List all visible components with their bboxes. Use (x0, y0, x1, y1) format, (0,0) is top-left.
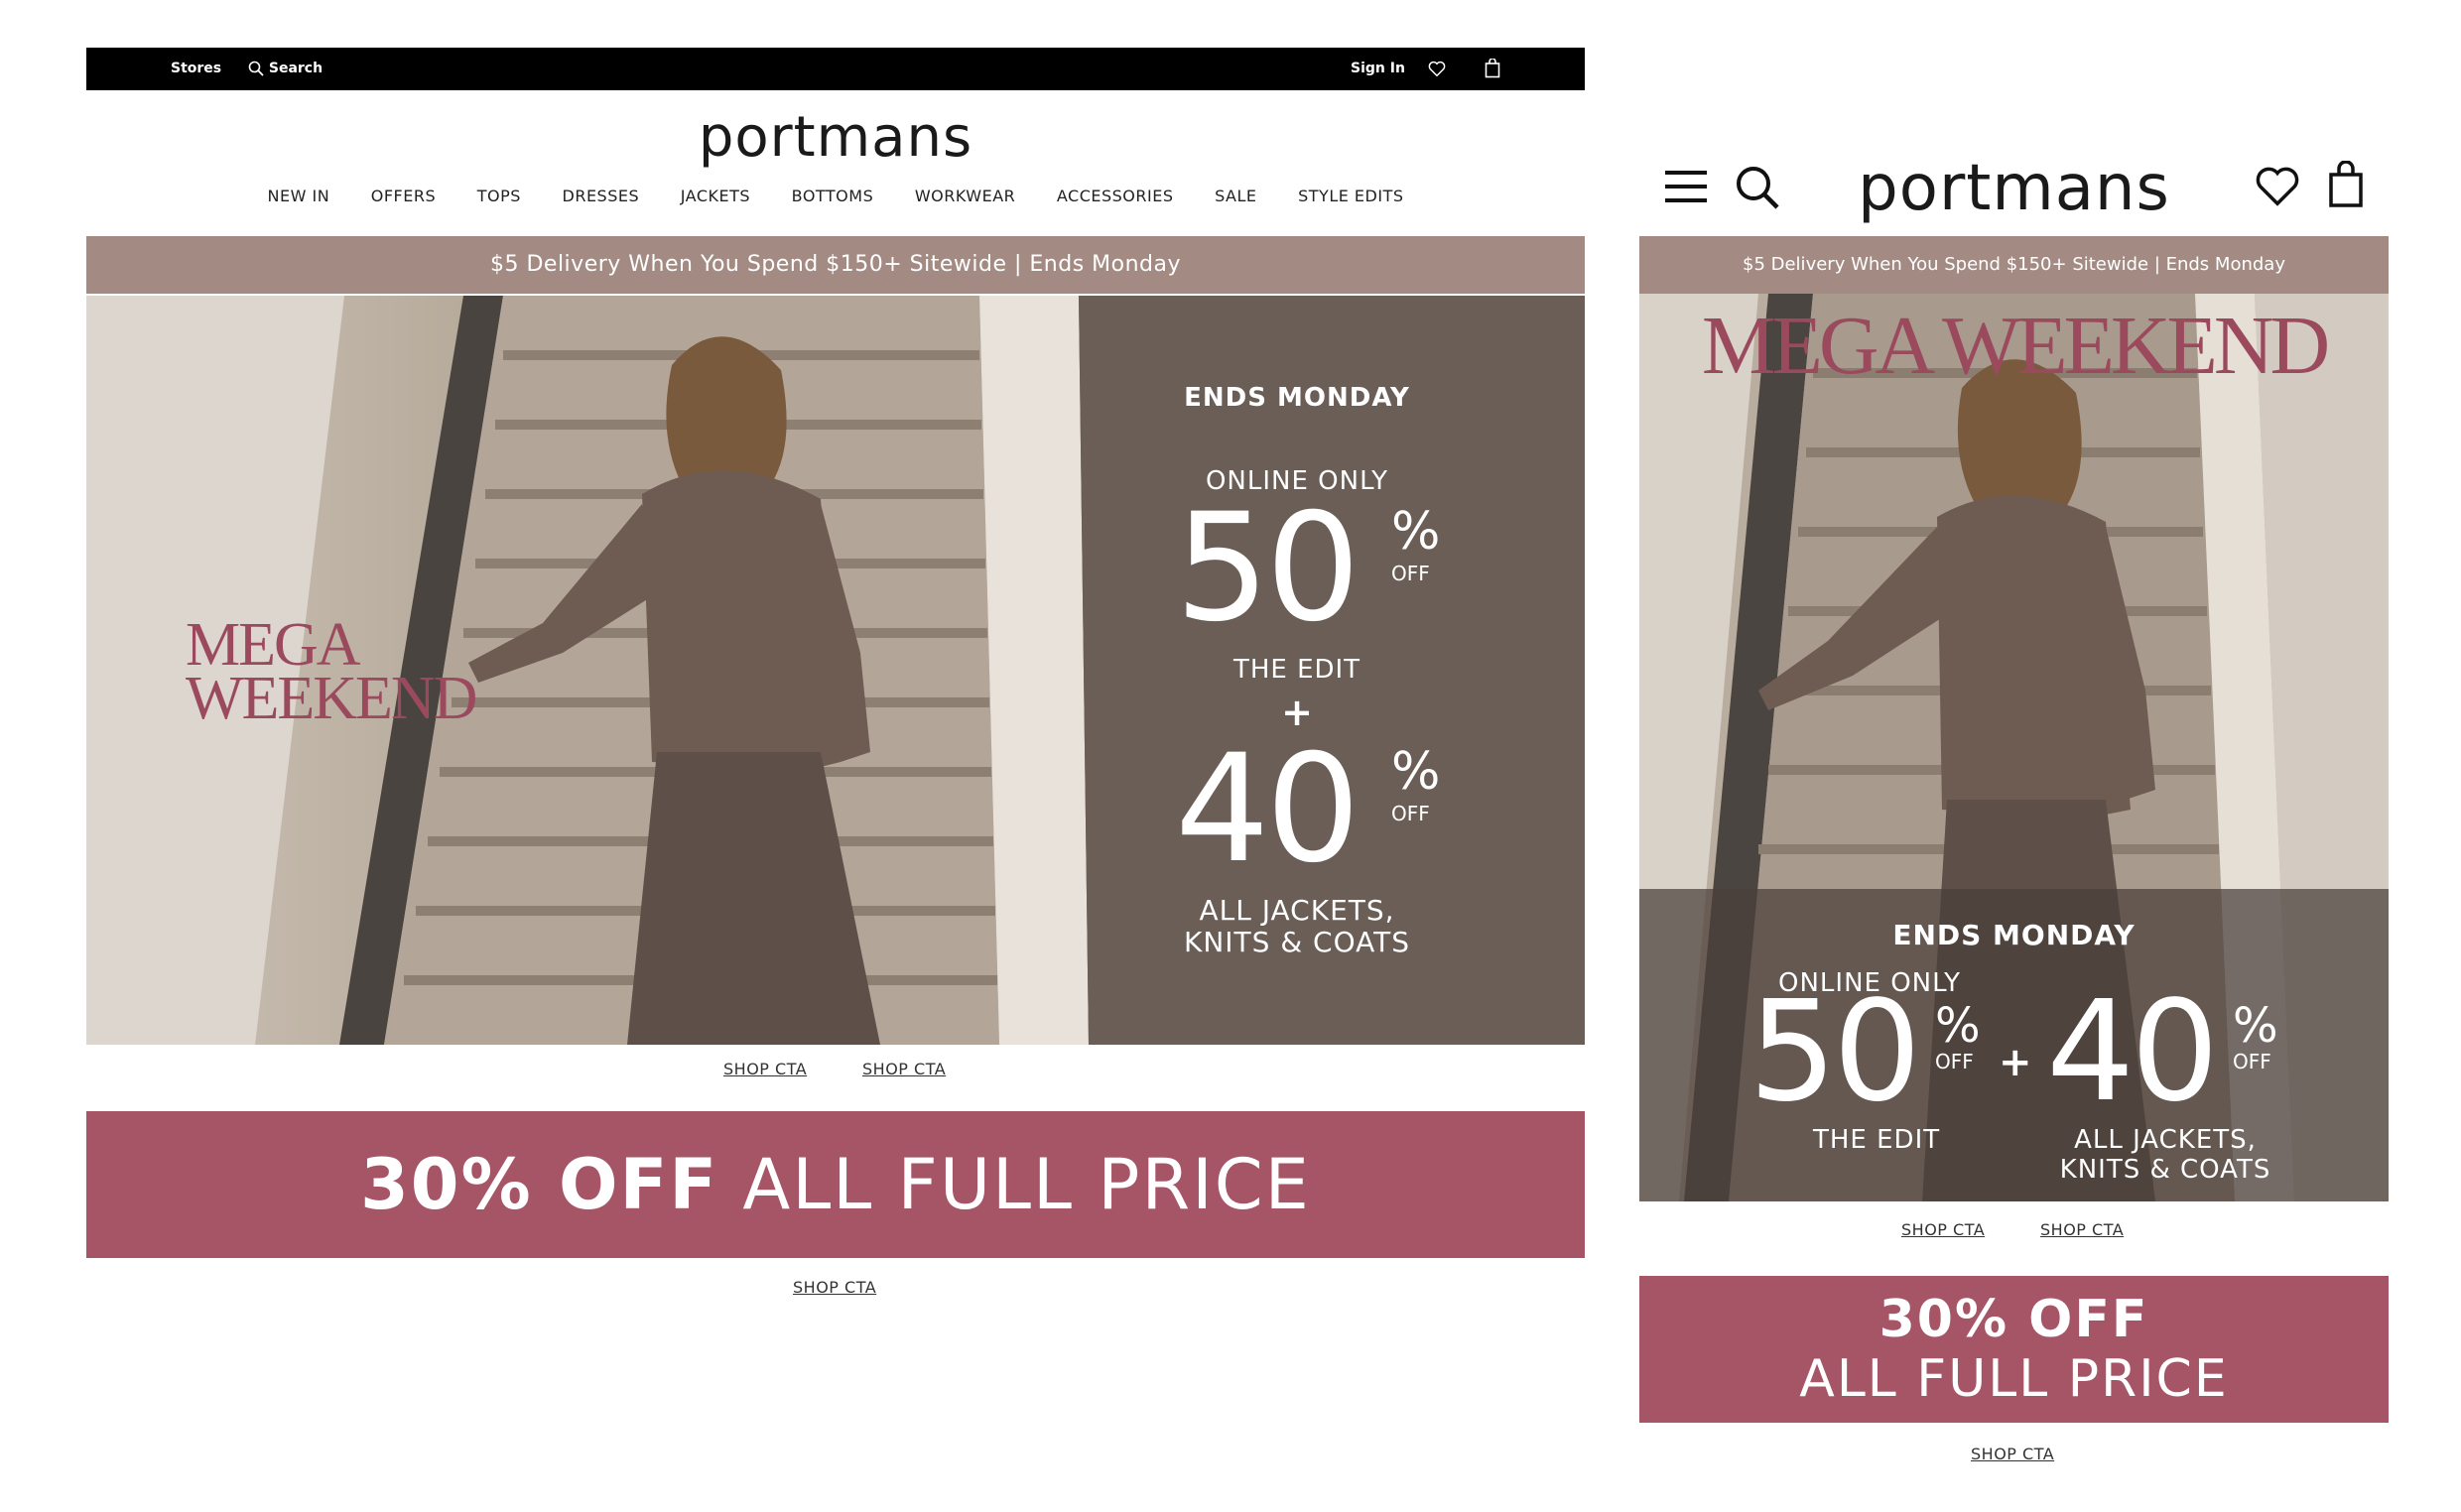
shop-cta-link-1[interactable]: SHOP CTA (723, 1060, 807, 1078)
nav-item-jackets[interactable]: JACKETS (681, 187, 750, 205)
bag-icon[interactable] (1485, 59, 1500, 78)
hero-banner[interactable]: MEGA WEEKEND ENDS MONDAY ONLINE ONLY 50 … (86, 296, 1585, 1045)
banner-text: ALL FULL PRICE (742, 1144, 1311, 1225)
full-price-banner[interactable]: 30% OFF ALL FULL PRICE (1639, 1276, 2389, 1423)
nav-item-offers[interactable]: OFFERS (371, 187, 436, 205)
offer-40-percent: % (2233, 998, 2278, 1054)
shop-cta-link-1[interactable]: SHOP CTA (1901, 1220, 1985, 1239)
ends-monday-label: ENDS MONDAY (1184, 383, 1410, 413)
nav-item-accessories[interactable]: ACCESSORIES (1057, 187, 1174, 205)
search-link[interactable]: Search (248, 48, 323, 90)
offer-40-number: 40 (2046, 971, 2219, 1133)
desktop-view: Stores Search Sign In portmans NEW IN OF… (86, 48, 1585, 1327)
heart-icon[interactable] (1428, 61, 1446, 77)
offer-50-label: THE EDIT (1813, 1125, 1941, 1155)
offer-40-off: OFF (2233, 1050, 2271, 1073)
ends-monday-label: ENDS MONDAY (1892, 919, 2136, 951)
nav-item-style-edits[interactable]: STYLE EDITS (1298, 187, 1403, 205)
offer-40-label-line1: ALL JACKETS, (2074, 1125, 2257, 1155)
sign-in-link[interactable]: Sign In (1351, 48, 1405, 90)
plus-sign: + (1999, 1040, 2032, 1085)
offer-40-label: ALL JACKETS, KNITS & COATS (1113, 895, 1481, 958)
nav-item-new-in[interactable]: NEW IN (267, 187, 329, 205)
search-icon (248, 61, 264, 76)
weekend-word: WEEKEND (186, 665, 477, 732)
offer-40-label-line2: KNITS & COATS (1183, 926, 1411, 958)
offer-50-percent: % (1391, 502, 1441, 562)
nav-item-tops[interactable]: TOPS (477, 187, 521, 205)
banner-discount: 30% OFF (1878, 1290, 2149, 1349)
offer-50-number: 50 (1175, 482, 1360, 655)
offer-40-number: 40 (1175, 723, 1360, 896)
offer-50-off: OFF (1391, 562, 1430, 585)
offer-40-label-line2: KNITS & COATS (2059, 1155, 2271, 1185)
nav-item-dresses[interactable]: DRESSES (563, 187, 640, 205)
offer-50-off: OFF (1935, 1050, 1974, 1073)
nav-item-workwear[interactable]: WORKWEAR (915, 187, 1015, 205)
full-price-banner[interactable]: 30% OFF ALL FULL PRICE (86, 1111, 1585, 1258)
search-label: Search (268, 61, 324, 76)
banner-discount: 30% OFF (360, 1144, 719, 1225)
shop-cta-link-3[interactable]: SHOP CTA (793, 1278, 876, 1297)
bag-icon[interactable] (2328, 161, 2364, 208)
mega-word: MEGA (186, 611, 361, 679)
offer-40-percent: % (1391, 742, 1441, 802)
stores-link[interactable]: Stores (171, 48, 221, 90)
brand-logo[interactable]: portmans (86, 105, 1585, 170)
nav-item-sale[interactable]: SALE (1215, 187, 1256, 205)
shop-cta-link-2[interactable]: SHOP CTA (2040, 1220, 2124, 1239)
banner-text: ALL FULL PRICE (1799, 1349, 2229, 1409)
offer-40-off: OFF (1391, 802, 1430, 825)
mobile-view: portmans $5 Delivery When You Spend $150… (1639, 149, 2389, 1478)
offer-50-percent: % (1935, 998, 1981, 1054)
nav-item-bottoms[interactable]: BOTTOMS (792, 187, 874, 205)
promo-bar[interactable]: $5 Delivery When You Spend $150+ Sitewid… (1639, 236, 2389, 294)
shop-cta-link-3[interactable]: SHOP CTA (1971, 1445, 2054, 1463)
promo-bar[interactable]: $5 Delivery When You Spend $150+ Sitewid… (86, 236, 1585, 294)
top-utility-bar: Stores Search Sign In (86, 48, 1585, 90)
hero-banner[interactable]: MEGA WEEKEND ENDS MONDAY ONLINE ONLY 50 … (1639, 294, 2389, 1201)
mega-weekend-title: MEGA WEEKEND (1701, 300, 2330, 392)
offer-50-number: 50 (1749, 971, 1921, 1133)
offer-panel: ENDS MONDAY ONLINE ONLY 50 % OFF THE EDI… (1113, 296, 1481, 1045)
heart-icon[interactable] (2255, 165, 2300, 208)
offer-50-label: THE EDIT (1232, 655, 1361, 685)
main-nav: NEW IN OFFERS TOPS DRESSES JACKETS BOTTO… (86, 187, 1585, 205)
offer-40-label: ALL JACKETS, KNITS & COATS (2036, 1125, 2294, 1185)
offer-40-label-line1: ALL JACKETS, (1199, 894, 1395, 927)
mega-weekend-title: MEGA WEEKEND (186, 611, 477, 732)
shop-cta-link-2[interactable]: SHOP CTA (862, 1060, 946, 1078)
